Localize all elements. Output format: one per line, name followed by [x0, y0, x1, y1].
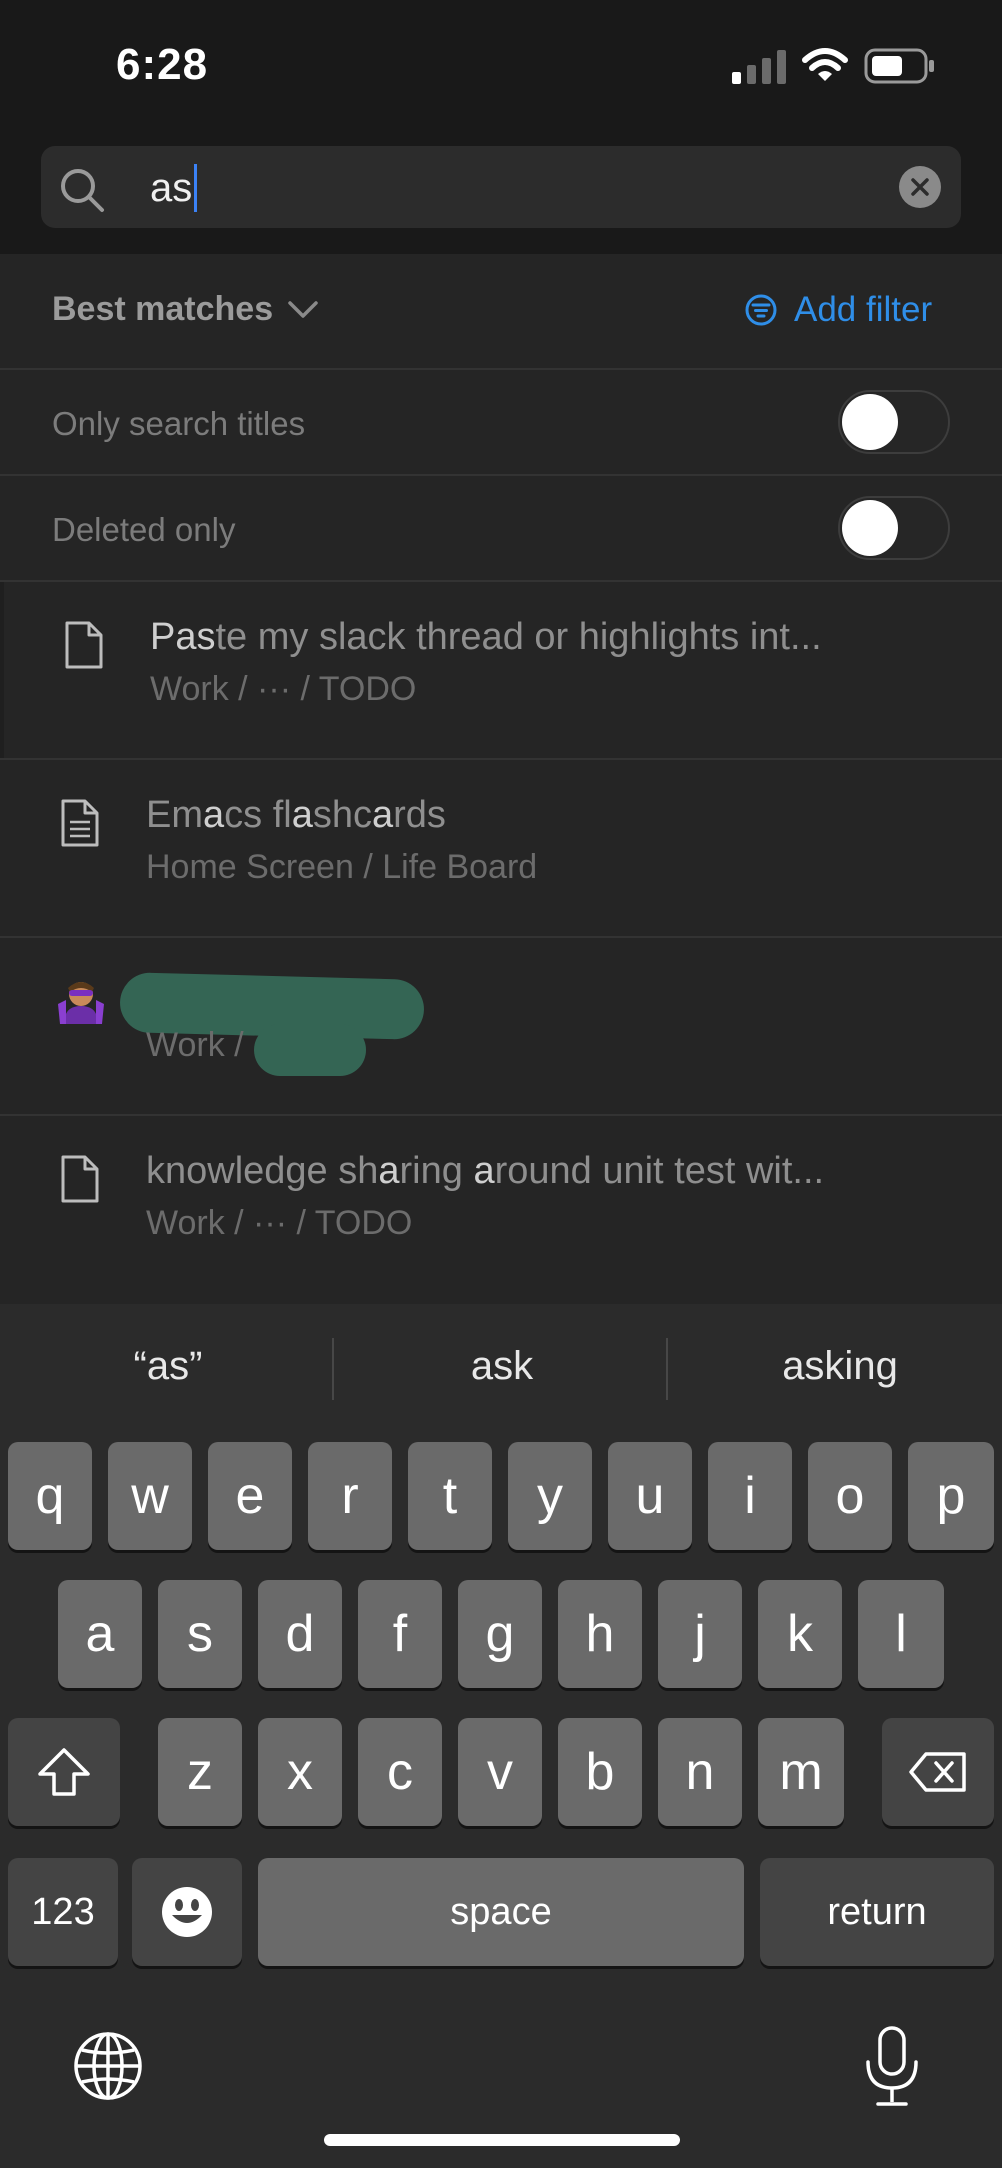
emoji-icon: [162, 1887, 212, 1937]
suggestion-quoted[interactable]: “as”: [8, 1344, 328, 1389]
divider: [0, 474, 1002, 476]
shift-key[interactable]: [8, 1718, 120, 1826]
status-time: 6:28: [116, 40, 209, 89]
key-j[interactable]: j: [658, 1580, 742, 1688]
key-k[interactable]: k: [758, 1580, 842, 1688]
key-q[interactable]: q: [8, 1442, 92, 1550]
toggle-knob: [842, 500, 898, 556]
return-key[interactable]: return: [760, 1858, 994, 1966]
key-b[interactable]: b: [558, 1718, 642, 1826]
only-search-titles-toggle[interactable]: [838, 390, 950, 454]
suggestion-asking[interactable]: asking: [680, 1344, 1000, 1389]
result-path: Work / ··· / TODO: [146, 1204, 413, 1242]
key-w[interactable]: w: [108, 1442, 192, 1550]
emoji-key[interactable]: [132, 1858, 242, 1966]
key-v[interactable]: v: [458, 1718, 542, 1826]
home-indicator: [324, 2134, 680, 2146]
key-d[interactable]: d: [258, 1580, 342, 1688]
add-filter-button[interactable]: Add filter: [744, 290, 932, 330]
key-i[interactable]: i: [708, 1442, 792, 1550]
clear-search-button[interactable]: [899, 166, 941, 208]
add-filter-label: Add filter: [794, 290, 933, 329]
deleted-only-label: Deleted only: [52, 511, 236, 548]
backspace-icon: [909, 1752, 966, 1792]
key-z[interactable]: z: [158, 1718, 242, 1826]
result-title: knowledge sharing around unit test wit..…: [146, 1150, 825, 1192]
key-x[interactable]: x: [258, 1718, 342, 1826]
wifi-icon: [802, 48, 848, 81]
space-key[interactable]: space: [258, 1858, 744, 1966]
result-title: Paste my slack thread or highlights int.…: [150, 616, 822, 658]
key-m[interactable]: m: [758, 1718, 844, 1826]
key-f[interactable]: f: [358, 1580, 442, 1688]
key-o[interactable]: o: [808, 1442, 892, 1550]
deleted-only-toggle[interactable]: [838, 496, 950, 560]
key-p[interactable]: p: [908, 1442, 994, 1550]
chevron-down-icon: [288, 300, 318, 318]
toggle-knob: [842, 394, 898, 450]
suggestion-divider: [666, 1338, 668, 1400]
key-r[interactable]: r: [308, 1442, 392, 1550]
document-icon: [61, 799, 99, 847]
filter-icon: [745, 294, 777, 326]
microphone-icon[interactable]: [862, 2024, 922, 2108]
search-icon: [61, 169, 104, 212]
search-query: as: [150, 165, 193, 210]
key-g[interactable]: g: [458, 1580, 542, 1688]
delete-key[interactable]: [882, 1718, 994, 1826]
globe-icon[interactable]: [72, 2030, 144, 2102]
key-a[interactable]: a: [58, 1580, 142, 1688]
result-path-prefix: Work /: [146, 1026, 244, 1064]
numbers-key[interactable]: 123: [8, 1858, 118, 1966]
battery-icon: [864, 48, 934, 84]
page-icon: [65, 621, 103, 669]
page-icon: [61, 1155, 99, 1203]
key-l[interactable]: l: [858, 1580, 944, 1688]
key-u[interactable]: u: [608, 1442, 692, 1550]
suggestion-divider: [332, 1338, 334, 1400]
sort-dropdown[interactable]: Best matches: [52, 290, 319, 329]
search-result[interactable]: Paste my slack thread or highlights int.…: [0, 582, 1002, 758]
redacted-path: [254, 1024, 366, 1076]
sort-label: Best matches: [52, 290, 274, 328]
superhero-avatar-icon: [58, 982, 104, 1024]
text-caret: [194, 164, 198, 212]
search-result[interactable]: Emacs flashcards Home Screen / Life Boar…: [0, 760, 1002, 936]
suggestion-ask[interactable]: ask: [342, 1344, 662, 1389]
shift-icon: [38, 1748, 90, 1796]
result-path: Work / ··· / TODO: [150, 670, 417, 708]
divider: [0, 368, 1002, 370]
cellular-signal-icon: [732, 50, 786, 84]
key-e[interactable]: e: [208, 1442, 292, 1550]
key-s[interactable]: s: [158, 1580, 242, 1688]
result-path: Home Screen / Life Board: [146, 848, 538, 886]
result-title: Emacs flashcards: [146, 794, 446, 836]
key-h[interactable]: h: [558, 1580, 642, 1688]
search-input[interactable]: as: [150, 160, 198, 216]
search-result[interactable]: knowledge sharing around unit test wit..…: [0, 1116, 1002, 1292]
key-y[interactable]: y: [508, 1442, 592, 1550]
key-t[interactable]: t: [408, 1442, 492, 1550]
only-search-titles-label: Only search titles: [52, 405, 306, 442]
key-c[interactable]: c: [358, 1718, 442, 1826]
key-n[interactable]: n: [658, 1718, 742, 1826]
search-result[interactable]: Work /: [0, 938, 1002, 1114]
close-icon: [911, 178, 929, 196]
